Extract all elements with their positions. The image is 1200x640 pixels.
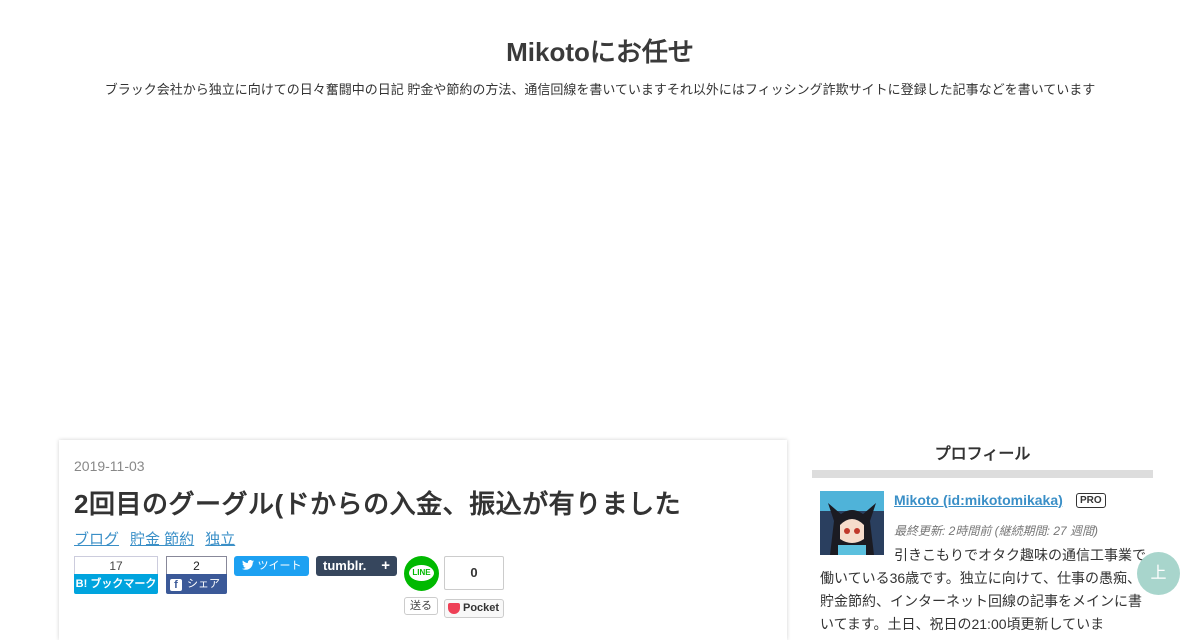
tweet-button[interactable]: ツイート bbox=[234, 556, 309, 576]
pocket-button[interactable]: Pocket bbox=[444, 599, 504, 618]
profile-module: プロフィール Mikoto (id:mikotomikaka) PRO 最終更新… bbox=[812, 440, 1153, 640]
entry-date[interactable]: 2019-11-03 bbox=[74, 458, 145, 474]
last-updated: 最終更新: 2時間前 (継続期間: 27 週間) bbox=[894, 524, 1099, 538]
pocket-label: Pocket bbox=[463, 602, 500, 614]
pocket-count: 0 bbox=[444, 556, 504, 590]
tumblr-label: tumblr. bbox=[323, 558, 367, 573]
facebook-icon: f bbox=[170, 579, 182, 591]
category-link-saving[interactable]: 貯金 節約 bbox=[130, 531, 194, 548]
category-list: ブログ 貯金 節約 独立 bbox=[74, 528, 246, 549]
profile-name-link[interactable]: Mikoto (id:mikotomikaka) bbox=[894, 492, 1063, 508]
pocket-icon bbox=[448, 603, 460, 614]
hatena-bookmark-label: B! ブックマーク bbox=[74, 574, 158, 594]
line-share-icon[interactable]: LINE bbox=[404, 556, 439, 591]
back-to-top-button[interactable]: 上 bbox=[1137, 552, 1180, 595]
line-icon: LINE bbox=[409, 565, 434, 581]
category-link-independence[interactable]: 独立 bbox=[205, 531, 235, 548]
tweet-label: ツイート bbox=[257, 560, 302, 572]
category-link-blog[interactable]: ブログ bbox=[74, 531, 119, 548]
hatena-bookmark-count: 17 bbox=[74, 556, 158, 574]
ad-space bbox=[60, 120, 1140, 420]
line-send-button[interactable]: 送る bbox=[404, 597, 438, 615]
hatena-bookmark-button[interactable]: 17 B! ブックマーク bbox=[74, 556, 158, 596]
site-description: ブラック会社から独立に向けての日々奮闘中の日記 貯金や節約の方法、通信回線を書い… bbox=[104, 82, 1096, 97]
profile-bio: 引きこもりでオタク趣味の通信工事業で働いている36歳です。独立に向けて、仕事の愚… bbox=[820, 547, 1146, 632]
twitter-bird-icon bbox=[241, 560, 254, 570]
tumblr-share-button[interactable]: tumblr. + bbox=[316, 556, 397, 576]
site-title[interactable]: Mikotoにお任せ bbox=[0, 32, 1200, 69]
article-card: 2019-11-03 2回目のグーグル(ドからの入金、振込が有りました ブログ貯… bbox=[59, 440, 787, 640]
facebook-share-label: シェア bbox=[187, 578, 220, 590]
facebook-share-count: 2 bbox=[166, 556, 227, 574]
pro-badge: PRO bbox=[1076, 493, 1106, 508]
plus-icon: + bbox=[381, 557, 390, 574]
entry-title[interactable]: 2回目のグーグル(ドからの入金、振込が有りました bbox=[74, 484, 681, 521]
facebook-share-button[interactable]: 2 f シェア bbox=[166, 556, 227, 596]
profile-heading: プロフィール bbox=[812, 440, 1153, 478]
